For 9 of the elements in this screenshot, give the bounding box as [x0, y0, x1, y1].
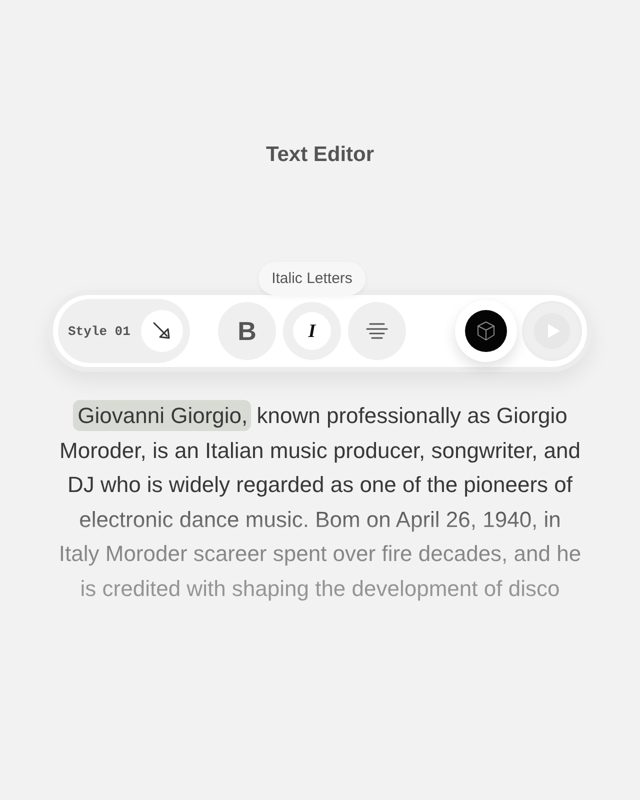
cube-icon	[465, 310, 507, 352]
align-center-icon	[366, 323, 388, 339]
style-selector[interactable]: Style 01	[58, 299, 190, 363]
italic-button[interactable]: I	[283, 302, 341, 360]
paragraph: Giovanni Giorgio, known professionally as Giorgio Moroder, is an Italian music producer, songwriter, and DJ who is widely regarded as one of the pioneers of electronic dance music. Bom on April 26, 1940, in Italy Moroder scareer spent over fire decades, and he is credited with shaping the development of disco	[40, 399, 600, 606]
bold-button[interactable]: B	[218, 302, 276, 360]
play-icon	[534, 313, 570, 349]
tooltip: Italic Letters	[258, 262, 366, 295]
page-title: Text Editor	[266, 142, 374, 168]
